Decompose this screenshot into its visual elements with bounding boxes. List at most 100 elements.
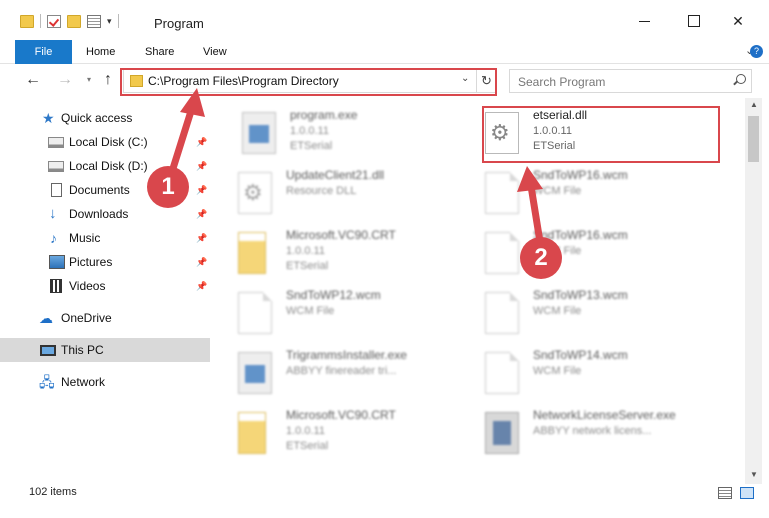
vertical-scrollbar[interactable]: ▲ ▼ [745,98,762,484]
scrollbar-thumb[interactable] [748,116,759,162]
sidebar-item-music[interactable]: ♪ Music 📌 [0,226,210,250]
tab-share[interactable]: Share [145,40,174,64]
close-button[interactable]: ✕ [728,12,748,30]
gear-file-icon [238,172,272,214]
file-name: Microsoft.VC90.CRT [286,228,396,242]
disk-icon [48,160,64,172]
properties-check-icon[interactable] [47,14,61,28]
sidebar-item-label: Network [61,375,106,389]
folder-icon [238,412,266,454]
pin-icon: 📌 [196,136,208,147]
sidebar-item-this-pc[interactable]: This PC [0,338,210,362]
music-icon: ♪ [50,230,57,246]
sidebar-item-onedrive[interactable]: ☁ OneDrive [0,306,210,330]
disk-icon [48,136,64,148]
search-icon[interactable] [732,74,746,88]
sidebar-item-label: Quick access [61,111,133,125]
file-name: Microsoft.VC90.CRT [286,408,396,422]
forward-arrow-icon[interactable]: → [56,71,74,89]
pin-icon: 📌 [196,208,208,219]
file-item[interactable]: Microsoft.VC90.CRT 1.0.0.11 ETSerial [238,228,478,286]
maximize-button[interactable] [684,12,704,30]
sidebar-item-videos[interactable]: Videos 📌 [0,274,210,298]
document-icon [238,292,272,334]
step-badge-2: 2 [520,237,562,279]
file-type: WCM File [533,365,582,377]
file-name: SndToWP12.wcm [286,288,381,302]
item-count: 102 items [29,486,77,498]
file-company: ETSerial [286,440,329,452]
sidebar-item-quick-access[interactable]: ★ Quick access [0,106,210,130]
up-arrow-icon[interactable]: ↑ [99,71,117,89]
sidebar-item-label: OneDrive [61,311,112,325]
file-type: WCM File [533,305,582,317]
folder-icon [238,232,266,274]
document-icon [485,232,519,274]
document-icon [485,172,519,214]
tab-file[interactable]: File [15,40,72,64]
sidebar-item-local-disk-c[interactable]: Local Disk (C:) 📌 [0,130,210,154]
search-placeholder: Search Program [518,75,606,89]
minimize-button[interactable] [634,12,654,30]
file-name: UpdateClient21.dll [286,168,385,182]
sidebar-item-label: Videos [69,279,106,293]
quick-access-toolbar: ▾ [20,14,119,28]
tab-view[interactable]: View [203,40,227,64]
status-bar: 102 items [0,484,769,504]
sidebar-item-label: Pictures [69,255,113,269]
scroll-up-arrow-icon[interactable]: ▲ [750,100,758,109]
tab-home[interactable]: Home [86,40,115,64]
file-item[interactable]: SndToWP13.wcm WCM File [485,288,725,346]
network-icon: 🖧 [39,374,55,390]
computer-icon [40,344,56,356]
file-type: Resource DLL [286,185,357,197]
properties-icon[interactable] [87,14,101,28]
exe-icon [238,352,272,394]
etserial-dll-highlight [482,106,720,163]
back-arrow-icon[interactable]: ← [24,71,42,89]
pin-icon: 📌 [196,160,208,171]
ribbon: File Home Share View ⌄ ? [0,40,769,64]
toolbar-separator [40,14,41,28]
sidebar-item-label: Documents [69,183,130,197]
file-name: SndToWP16.wcm [533,168,628,182]
large-icons-view-icon[interactable] [740,487,754,499]
file-company: ETSerial [290,140,333,152]
document-icon [485,352,519,394]
sidebar-item-downloads[interactable]: ↓ Downloads 📌 [0,202,210,226]
sidebar-item-pictures[interactable]: Pictures 📌 [0,250,210,274]
details-view-icon[interactable] [718,487,732,499]
file-item[interactable]: NetworkLicenseServer.exe ABBYY network l… [485,408,725,466]
videos-icon [50,279,62,293]
new-folder-icon[interactable] [67,14,81,28]
file-item[interactable]: UpdateClient21.dll Resource DLL [238,168,478,226]
file-name: SndToWP13.wcm [533,288,628,302]
file-item[interactable]: program.exe 1.0.0.11 ETSerial [242,108,482,166]
customize-toolbar-chevron-icon[interactable]: ▾ [107,16,112,27]
file-item[interactable]: Microsoft.VC90.CRT 1.0.0.11 ETSerial [238,408,478,466]
folder-icon[interactable] [20,14,34,28]
search-input[interactable]: Search Program [509,69,752,93]
file-description: ABBYY network licens... [533,425,652,437]
window-title: Program [154,16,204,31]
file-item[interactable]: TrigrammsInstaller.exe ABBYY finereader … [238,348,478,406]
file-type: WCM File [286,305,335,317]
address-bar-highlight [120,68,497,96]
file-version: 1.0.0.11 [290,125,329,137]
file-item[interactable]: SndToWP14.wcm WCM File [485,348,725,406]
recent-locations-chevron-icon[interactable]: ▾ [80,71,98,89]
sidebar-item-label: Downloads [69,207,129,221]
file-item[interactable]: SndToWP12.wcm WCM File [238,288,478,346]
file-name: TrigrammsInstaller.exe [286,348,407,362]
sidebar-item-label: Local Disk (D:) [69,159,148,173]
help-icon[interactable]: ? [750,45,763,58]
sidebar-item-network[interactable]: 🖧 Network [0,370,210,394]
pictures-icon [49,255,65,269]
star-icon: ★ [42,110,55,126]
file-type: WCM File [533,185,582,197]
file-item[interactable]: SndToWP16.wcm WCM File [485,168,725,226]
pin-icon: 📌 [196,256,208,267]
scroll-down-arrow-icon[interactable]: ▼ [750,470,758,479]
file-company: ETSerial [286,260,329,272]
download-icon: ↓ [49,205,57,222]
